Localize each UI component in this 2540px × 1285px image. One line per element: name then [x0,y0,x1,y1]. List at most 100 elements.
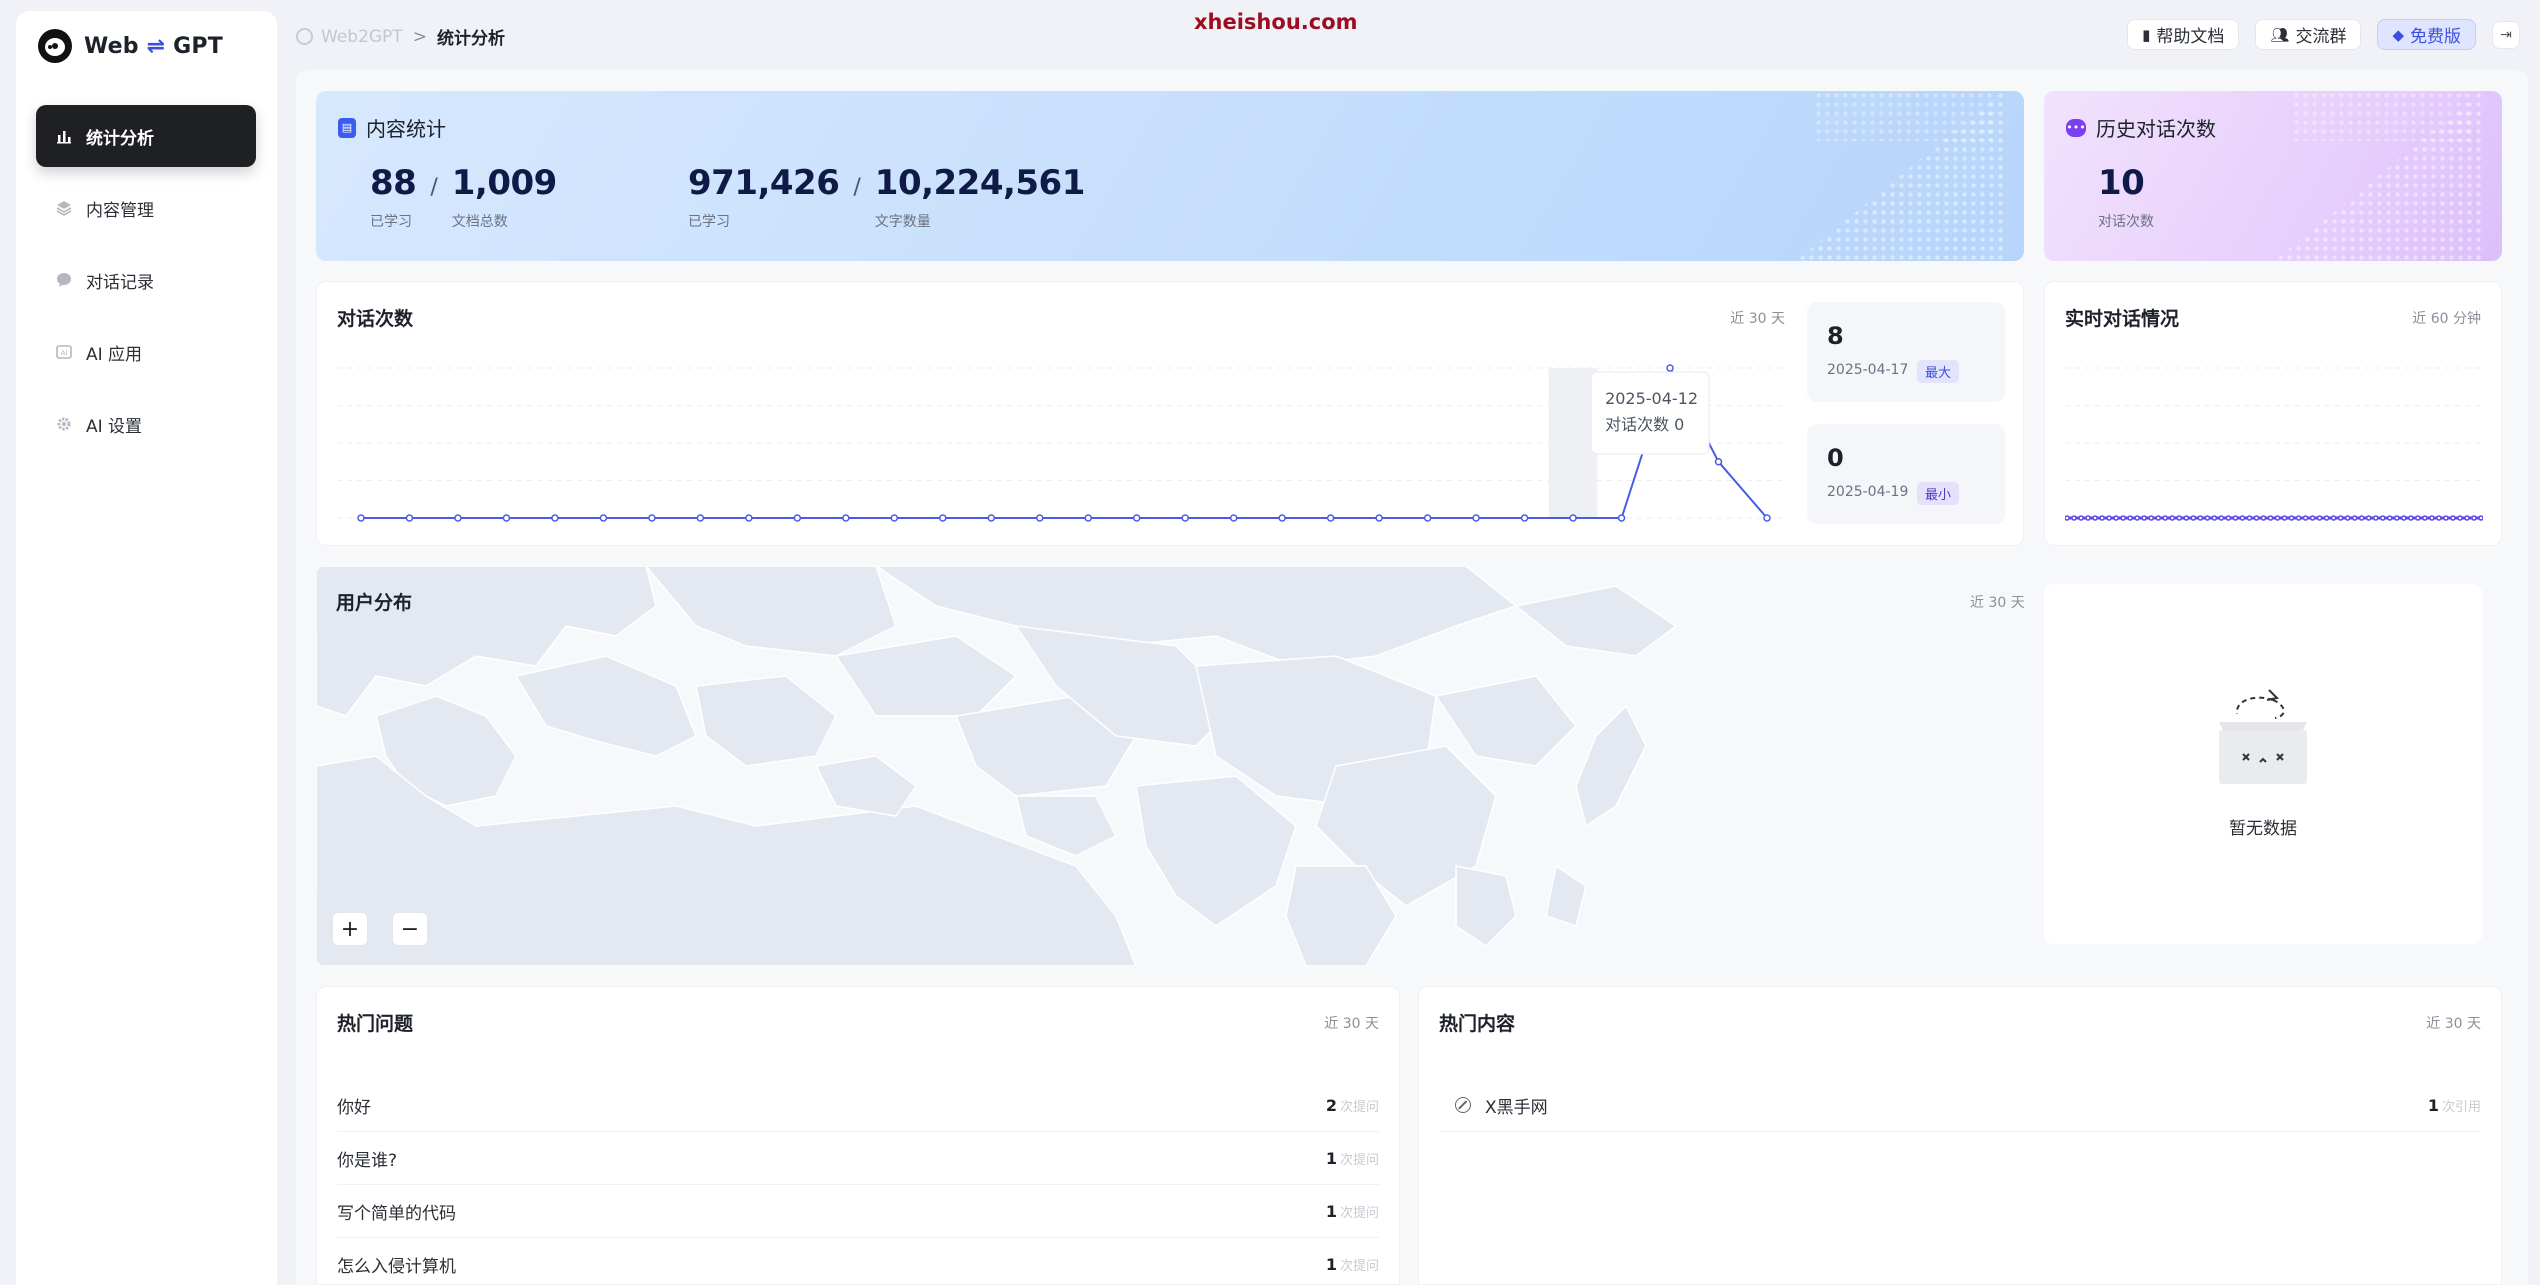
stat-value: 88 [370,163,417,203]
history-stats-header: ••• 历史对话次数 [2066,113,2216,142]
logout-button[interactable]: ⇥ [2492,20,2520,49]
data-point [2183,515,2190,521]
sidebar-item-conversations[interactable]: 对话记录 [36,249,256,311]
content-title: X黑手网 [1485,1097,1548,1118]
data-point [2169,515,2176,521]
list-item[interactable]: 你是谁? 1 次提问 [337,1132,1379,1185]
data-point [2464,515,2470,521]
history-stats-title: 历史对话次数 [2096,117,2216,141]
list-item[interactable]: 你好 2 次提问 [337,1079,1379,1132]
data-point [2281,515,2288,521]
breadcrumb-home[interactable]: Web2GPT [296,27,403,47]
chat-bubble-icon [56,272,72,288]
diamond-icon: ◆ [2392,25,2404,44]
data-point [2365,515,2372,521]
data-point [2190,515,2197,521]
hover-band [1548,368,1598,518]
hot-content-card: 热门内容 近 30 天 X黑手网 1 次引用 [1418,986,2502,1285]
conversation-line-chart[interactable]: 2025-04-12 对话次数 0 [337,352,1787,532]
question-text: 你是谁? [337,1150,398,1171]
data-point [2134,515,2140,521]
learned-chars-stat: 971,426 已学习 [688,163,840,231]
list-item[interactable]: 写个简单的代码 1 次提问 [337,1185,1379,1238]
data-point [648,514,656,522]
help-docs-button[interactable]: ▮ 帮助文档 [2127,19,2240,50]
sidebar-item-ai-settings[interactable]: AI 设置 [36,393,256,455]
map-zoom-out-button[interactable]: − [392,912,428,946]
breadcrumb-separator: > [412,26,427,47]
hot-questions-range: 近 30 天 [1324,1016,1379,1032]
data-point [2351,515,2358,521]
sidebar-item-analytics[interactable]: 统计分析 [36,105,256,167]
app-logo[interactable]: Web ⇌ GPT [38,29,223,63]
breadcrumb: Web2GPT > 统计分析 [296,24,505,49]
stat-value: 10,224,561 [874,163,1086,203]
tooltip-value: 对话次数 0 [1605,415,1684,434]
data-point [2380,515,2386,521]
stat-label: 文字数量 [874,214,931,230]
list-item[interactable]: 怎么入侵计算机 1 次提问 [337,1238,1379,1285]
data-point [2162,515,2168,521]
realtime-line-chart[interactable] [2065,352,2483,532]
sidebar: Web ⇌ GPT 统计分析 内容管理 对话记录 AI AI 应用 AI 设置 [16,11,277,1285]
data-point [696,514,705,522]
data-point [2429,515,2435,521]
sidebar-item-content[interactable]: 内容管理 [36,177,256,239]
conversation-chart-card: 对话次数 近 30 天 2025-04-12 对话次数 0 8 2025-04-1… [316,281,2024,546]
data-point [2148,515,2154,521]
data-point [2099,515,2105,521]
data-point [1714,458,1723,466]
data-point [2155,515,2161,521]
learned-docs-stat: 88 已学习 [370,163,417,231]
map-zoom-in-button[interactable]: + [332,912,368,946]
data-point [939,514,947,522]
help-docs-label: 帮助文档 [2156,27,2225,47]
data-point [1375,514,1383,522]
data-point [2274,515,2281,521]
stat-value: 1,009 [451,163,558,203]
data-point [2394,515,2400,521]
docs-stat-group: 88 已学习 / 1,009 文档总数 [370,163,557,231]
list-item[interactable]: X黑手网 1 次引用 [1439,1079,2481,1132]
sidebar-item-label: AI 应用 [86,344,143,365]
community-button[interactable]: 👥︎ 交流群 [2255,19,2362,50]
content-stats-title: 内容统计 [366,117,446,141]
realtime-title: 实时对话情况 [2065,308,2180,330]
min-tag: 最小 [1917,482,1960,505]
question-count: 1 次提问 [1326,1255,1379,1274]
data-point [2127,515,2133,521]
data-point [2450,515,2456,521]
tooltip-box [1590,371,1710,455]
max-date: 2025-04-17 [1827,362,1909,378]
count-value: 1 [1325,1201,1337,1221]
data-point [2422,515,2428,521]
count-value: 1 [2427,1095,2439,1115]
stat-value: 10 [2098,163,2145,203]
data-point [2337,515,2344,521]
hot-questions-card: 热门问题 近 30 天 你好 2 次提问 你是谁? 1 次提问 写个简单的代码 1次… [316,986,1400,1285]
data-point [551,514,559,522]
max-value: 8 [1827,322,1844,350]
data-point [1084,514,1092,522]
world-map[interactable] [316,566,1876,966]
min-value: 0 [1827,444,1844,472]
breadcrumb-current: 统计分析 [436,29,505,49]
conversation-count-stat: 10 对话次数 [2098,163,2154,231]
data-point [2246,515,2253,521]
user-distribution-title: 用户分布 [336,592,413,614]
tooltip-date: 2025-04-12 [1605,389,1698,408]
stat-slash: / [430,175,438,200]
hot-questions-title: 热门问题 [337,1013,414,1035]
empty-box-icon [2219,689,2307,784]
plan-badge-button[interactable]: ◆ 免费版 [2377,19,2476,50]
question-text: 怎么入侵计算机 [337,1256,456,1277]
data-point [2065,515,2070,521]
stat-value: 971,426 [688,163,840,203]
data-point [1569,514,1577,522]
sidebar-item-ai-apps[interactable]: AI AI 应用 [36,321,256,383]
data-point [1326,514,1335,522]
realtime-range: 近 60 分钟 [2412,311,2481,327]
panda-logo-icon [38,29,72,63]
content-link[interactable]: X黑手网 [1439,1093,1548,1118]
data-point [405,514,414,522]
